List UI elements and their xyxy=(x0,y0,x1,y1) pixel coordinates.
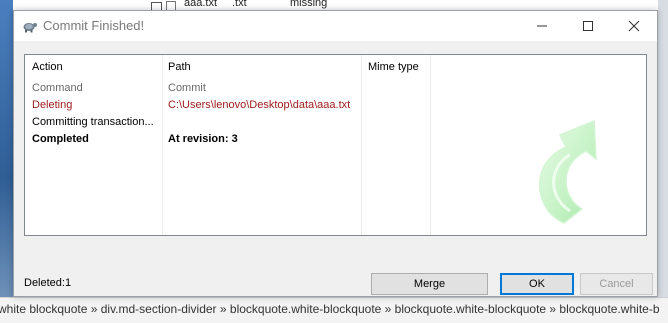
file-icon xyxy=(166,1,176,10)
maximize-button[interactable] xyxy=(565,11,611,41)
row-action[interactable]: Completed xyxy=(32,133,89,145)
column-header-mime[interactable]: Mime type xyxy=(368,61,419,73)
background-row-checkbox xyxy=(151,2,162,10)
column-divider[interactable] xyxy=(162,55,163,235)
row-path[interactable]: C:\Users\lenovo\Desktop\data\aaa.txt xyxy=(168,99,350,111)
window-title: Commit Finished! xyxy=(43,18,145,33)
row-action[interactable]: Deleting xyxy=(32,99,72,111)
column-divider[interactable] xyxy=(430,55,431,235)
background-breadcrumb-bar: white blockquote » div.md-section-divide… xyxy=(0,297,668,323)
row-action[interactable]: Command xyxy=(32,82,83,94)
commit-arrow-icon xyxy=(538,119,597,224)
commit-log-list[interactable]: Action Path Mime type Command Commit Del… xyxy=(24,54,647,236)
background-row-ext: .txt xyxy=(232,0,247,9)
row-path[interactable]: At revision: 3 xyxy=(168,133,238,145)
maximize-icon xyxy=(583,21,593,31)
column-header-path[interactable]: Path xyxy=(168,61,191,73)
background-window-left xyxy=(0,0,13,297)
minimize-button[interactable] xyxy=(519,11,565,41)
status-text: Deleted:1 xyxy=(24,277,72,289)
close-icon xyxy=(628,20,640,32)
ok-button[interactable]: OK xyxy=(500,273,574,295)
background-breadcrumb: white blockquote » div.md-section-divide… xyxy=(0,302,660,316)
background-row-name: aaa.txt xyxy=(184,0,218,9)
tortoise-icon xyxy=(22,18,38,34)
cancel-button[interactable]: Cancel xyxy=(580,273,653,295)
column-header-action[interactable]: Action xyxy=(32,61,63,73)
column-divider[interactable] xyxy=(361,55,362,235)
minimize-icon xyxy=(537,25,547,27)
background-row-status: missing xyxy=(290,0,328,9)
title-bar[interactable]: Commit Finished! xyxy=(14,11,657,41)
merge-button[interactable]: Merge xyxy=(371,273,488,295)
background-file-row: aaa.txt .txt missing xyxy=(70,0,430,10)
row-action[interactable]: Committing transaction... xyxy=(32,116,154,128)
commit-finished-dialog: Commit Finished! Action Path Mime type C… xyxy=(13,10,658,297)
background-window-right xyxy=(658,0,668,297)
row-path[interactable]: Commit xyxy=(168,82,206,94)
close-button[interactable] xyxy=(611,11,657,41)
